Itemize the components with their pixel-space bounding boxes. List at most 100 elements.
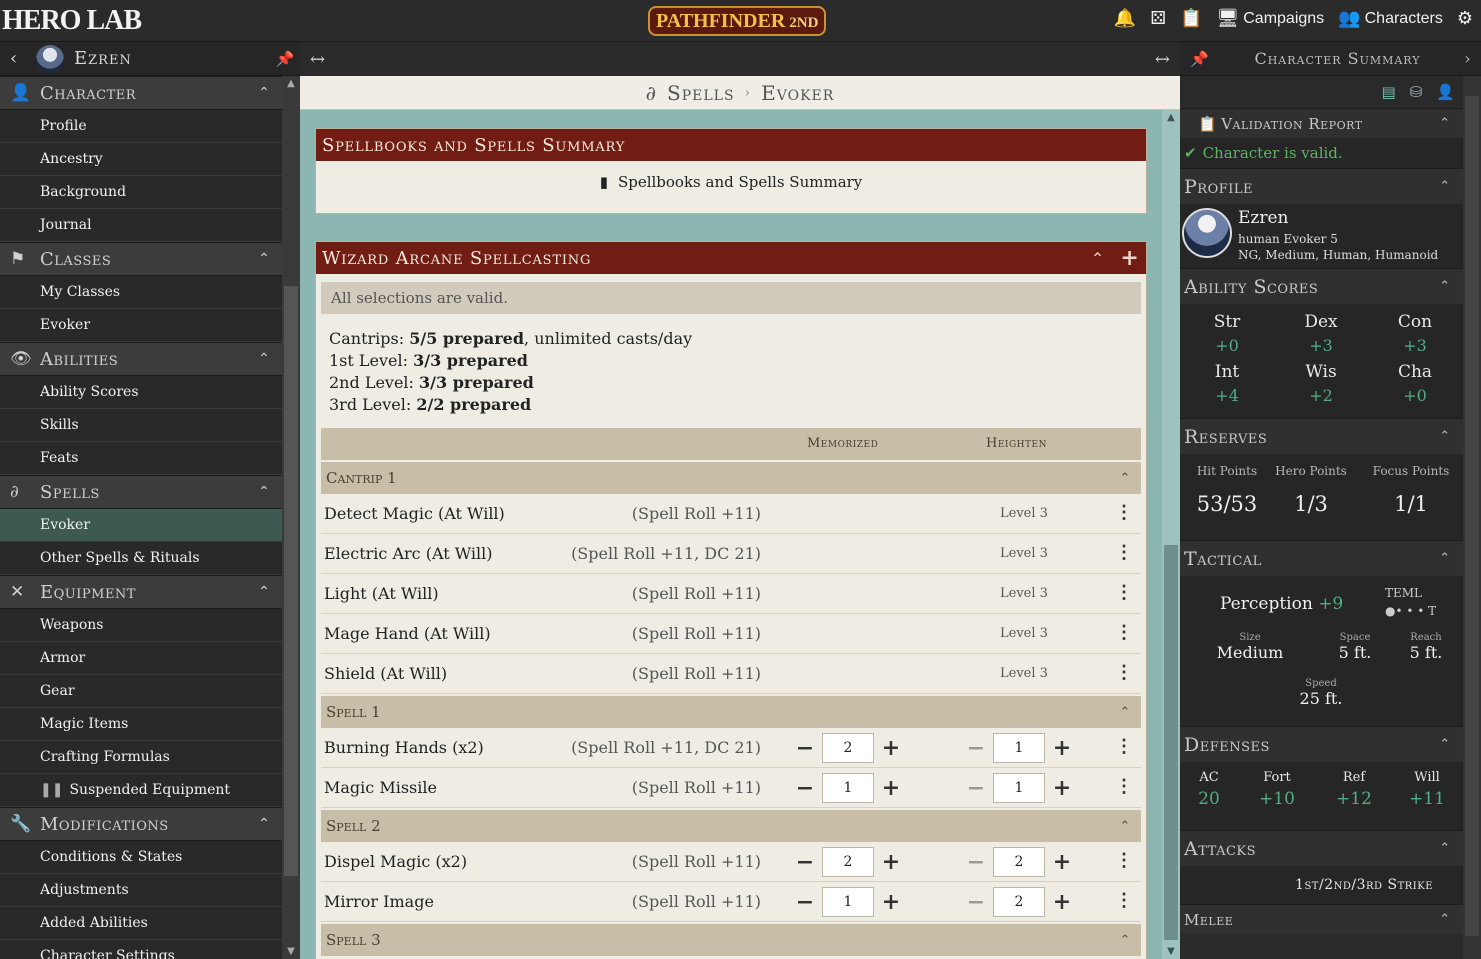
sidebar-item-skills[interactable]: Skills <box>0 409 282 442</box>
kebab-menu-icon[interactable]: ⋮ <box>1115 582 1133 603</box>
sidebar-item-weapons[interactable]: Weapons <box>0 609 282 642</box>
increment-button[interactable]: + <box>1045 735 1079 761</box>
defense-will[interactable]: Will +11 <box>1390 770 1464 809</box>
campaigns-button[interactable]: 🖥 Campaigns <box>1216 8 1324 29</box>
spell-row[interactable]: Mirror Image (Spell Roll +11) −1 + −2 + ⋮ <box>321 882 1141 922</box>
sidebar-item-character-settings[interactable]: Character Settings <box>0 940 282 959</box>
spell-name[interactable]: Light (At Will) <box>324 584 439 603</box>
expand-right-icon[interactable]: ↔ <box>1155 49 1170 70</box>
sidebar-item-profile[interactable]: Profile <box>0 110 282 143</box>
defense-ac[interactable]: AC 20 <box>1180 770 1246 809</box>
scroll-down-icon[interactable]: ▼ <box>1162 946 1180 957</box>
sidebar-item-conditions[interactable]: Conditions & States <box>0 841 282 874</box>
increment-button[interactable]: + <box>874 775 908 801</box>
sidebar-item-crafting-formulas[interactable]: Crafting Formulas <box>0 741 282 774</box>
defense-ref[interactable]: Ref +12 <box>1317 770 1391 809</box>
spell-row[interactable]: Magic Missile (Spell Roll +11) −1 + −1 + ⋮ <box>321 768 1141 808</box>
memorized-value[interactable]: 2 <box>822 733 874 763</box>
expand-left-icon[interactable]: ↔ <box>310 49 325 70</box>
validation-section-header[interactable]: 📋 Validation Report ⌃ <box>1180 108 1463 138</box>
sidebar-item-ancestry[interactable]: Ancestry <box>0 143 282 176</box>
spell-name[interactable]: Shield (At Will) <box>324 664 447 683</box>
kebab-menu-icon[interactable]: ⋮ <box>1115 542 1133 563</box>
kebab-menu-icon[interactable]: ⋮ <box>1115 502 1133 523</box>
pin-icon[interactable]: 📌 <box>1180 50 1220 68</box>
main-scrollbar[interactable]: ▲ ▼ <box>1162 110 1180 959</box>
sidebar-item-ability-scores[interactable]: Ability Scores <box>0 376 282 409</box>
sidebar-section-classes[interactable]: ⚑ Classes ⌃ <box>0 242 282 276</box>
increment-button[interactable]: + <box>1045 775 1079 801</box>
heighten-value[interactable]: 2 <box>993 847 1045 877</box>
heighten-value[interactable]: 1 <box>993 733 1045 763</box>
tactical-section-header[interactable]: Tactical ⌃ <box>1180 540 1463 576</box>
scrollbar-thumb[interactable] <box>1164 545 1178 940</box>
clipboard-check-icon[interactable]: 📋 <box>1180 8 1202 29</box>
add-plus-icon[interactable]: + <box>1114 245 1146 271</box>
summary-scrollbar[interactable] <box>1463 76 1481 959</box>
chevron-right-icon[interactable]: › <box>1455 49 1481 68</box>
spell-name[interactable]: Magic Missile <box>324 778 437 797</box>
spell-row[interactable]: Mage Hand (At Will) (Spell Roll +11) Level… <box>321 614 1141 654</box>
hit-points[interactable]: Hit Points 53/53 <box>1180 464 1274 516</box>
sidebar-item-gear[interactable]: Gear <box>0 675 282 708</box>
scrollbar-thumb[interactable] <box>284 286 298 876</box>
spell-row[interactable]: Detect Magic (At Will) (Spell Roll +11) Le… <box>321 494 1141 534</box>
breadcrumb-section[interactable]: Spells <box>667 81 735 105</box>
spellbook-summary-button[interactable]: ▮ Spellbooks and Spells Summary <box>316 161 1146 203</box>
dice-icon[interactable]: ⚄ <box>1150 8 1166 29</box>
profile-section-header[interactable]: Profile ⌃ <box>1180 168 1463 204</box>
decrement-button[interactable]: − <box>788 889 822 915</box>
avatar[interactable] <box>36 44 64 73</box>
id-card-icon[interactable]: ▤ <box>1382 83 1396 101</box>
reserves-section-header[interactable]: Reserves ⌃ <box>1180 418 1463 454</box>
kebab-menu-icon[interactable]: ⋮ <box>1115 776 1133 797</box>
kebab-menu-icon[interactable]: ⋮ <box>1115 622 1133 643</box>
spell-row[interactable]: Light (At Will) (Spell Roll +11) Level 3 ⋮ <box>321 574 1141 614</box>
spell-name[interactable]: Mage Hand (At Will) <box>324 624 491 643</box>
kebab-menu-icon[interactable]: ⋮ <box>1115 662 1133 683</box>
sidebar-section-abilities[interactable]: 👁 Abilities ⌃ <box>0 342 282 376</box>
sidebar-section-character[interactable]: 👤 Character ⌃ <box>0 76 282 110</box>
spell-name[interactable]: Burning Hands (x2) <box>324 738 484 757</box>
increment-button[interactable]: + <box>1045 889 1079 915</box>
heighten-value[interactable]: 2 <box>993 887 1045 917</box>
increment-button[interactable]: + <box>874 735 908 761</box>
spell-name[interactable]: Mirror Image <box>324 892 434 911</box>
sidebar-item-evoker-spells[interactable]: Evoker <box>0 509 282 542</box>
decrement-button[interactable]: − <box>959 735 993 761</box>
sidebar-item-feats[interactable]: Feats <box>0 442 282 475</box>
sidebar-item-my-classes[interactable]: My Classes <box>0 276 282 309</box>
spell-row[interactable]: Electric Arc (At Will) (Spell Roll +11, D… <box>321 534 1141 574</box>
decrement-button[interactable]: − <box>788 735 822 761</box>
increment-button[interactable]: + <box>874 849 908 875</box>
decrement-button[interactable]: − <box>788 849 822 875</box>
sidebar-item-armor[interactable]: Armor <box>0 642 282 675</box>
sidebar-section-modifications[interactable]: 🔧 Modifications ⌃ <box>0 807 282 841</box>
memorized-value[interactable]: 2 <box>822 847 874 877</box>
decrement-button[interactable]: − <box>788 775 822 801</box>
sidebar-item-evoker-class[interactable]: Evoker <box>0 309 282 342</box>
scroll-up-icon[interactable]: ▲ <box>1162 112 1180 123</box>
ability-scores-section-header[interactable]: Ability Scores ⌃ <box>1180 268 1463 304</box>
spell-name[interactable]: Electric Arc (At Will) <box>324 544 493 563</box>
kebab-menu-icon[interactable]: ⋮ <box>1115 890 1133 911</box>
sidebar-item-magic-items[interactable]: Magic Items <box>0 708 282 741</box>
sidebar-item-journal[interactable]: Journal <box>0 209 282 242</box>
scroll-down-icon[interactable]: ▼ <box>282 946 300 957</box>
sidebar-item-added-abilities[interactable]: Added Abilities <box>0 907 282 940</box>
kebab-menu-icon[interactable]: ⋮ <box>1115 736 1133 757</box>
sidebar-scrollbar[interactable]: ▲ ▼ <box>282 76 300 959</box>
heighten-value[interactable]: 1 <box>993 773 1045 803</box>
notification-bell-icon[interactable]: 🔔 <box>1114 8 1136 29</box>
spell-group-cantrip-1[interactable]: Cantrip 1 ⌃ <box>321 462 1141 494</box>
spell-row[interactable]: Shield (At Will) (Spell Roll +11) Level 3 ⋮ <box>321 654 1141 694</box>
sidebar-section-equipment[interactable]: ✕ Equipment ⌃ <box>0 575 282 609</box>
back-chevron-icon[interactable]: ‹ <box>10 48 30 69</box>
defenses-section-header[interactable]: Defenses ⌃ <box>1180 726 1463 762</box>
collapse-chevron-icon[interactable]: ⌃ <box>1082 249 1114 268</box>
pin-icon[interactable]: 📌 <box>270 50 300 68</box>
spell-group-spell-2[interactable]: Spell 2 ⌃ <box>321 810 1141 842</box>
spell-row[interactable]: Burning Hands (x2) (Spell Roll +11, DC 21… <box>321 728 1141 768</box>
decrement-button[interactable]: − <box>959 849 993 875</box>
sidebar-section-spells[interactable]: ∂ Spells ⌃ <box>0 475 282 509</box>
